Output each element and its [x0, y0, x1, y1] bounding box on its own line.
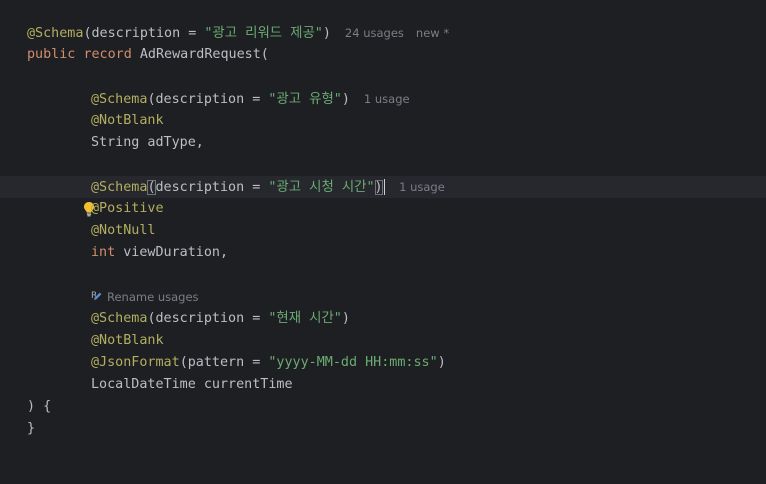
string-literal: "광고 유형"	[268, 92, 342, 107]
code-line-16[interactable]: @JsonFormat(pattern = "yyyy-MM-dd HH:mm:…	[0, 352, 766, 374]
usages-hint[interactable]: 24 usages	[345, 26, 404, 40]
code-line-5[interactable]: @NotBlank	[0, 110, 766, 132]
code-line-17[interactable]: LocalDateTime currentTime	[0, 374, 766, 396]
schema-annotation: @Schema	[91, 311, 148, 326]
matched-paren: )	[374, 180, 383, 195]
string-literal: "광고 시청 시간"	[268, 180, 375, 195]
text-caret	[383, 179, 386, 195]
positive-annotation: @Positive	[91, 201, 164, 216]
code-editor[interactable]: @Schema(description = "광고 리워드 제공") 24 usa…	[0, 0, 766, 448]
keyword-public: public	[27, 47, 76, 62]
field-declaration: viewDuration,	[123, 245, 229, 260]
record-name: AdRewardRequest(	[139, 47, 269, 62]
usages-hint[interactable]: 1 usage	[364, 92, 410, 106]
schema-annotation: @Schema	[91, 180, 148, 195]
keyword-int: int	[91, 245, 116, 260]
code-line-10[interactable]: @NotNull	[0, 220, 766, 242]
code-line-2[interactable]: public record AdRewardRequest(	[0, 44, 766, 66]
record-body-open: ) {	[27, 399, 52, 414]
usages-hint[interactable]: 1 usage	[399, 180, 445, 194]
record-body-close: }	[27, 421, 36, 436]
jsonformat-annotation: @JsonFormat	[91, 355, 180, 370]
code-line-14[interactable]: @Schema(description = "현재 시간")	[0, 308, 766, 330]
code-line-4[interactable]: @Schema(description = "광고 유형") 1 usage	[0, 88, 766, 110]
string-literal: "광고 리워드 제공"	[204, 26, 323, 41]
code-line-8-current[interactable]: @Schema(description = "광고 시청 시간") 1 usage	[0, 176, 766, 217]
string-literal: "yyyy-MM-dd HH:mm:ss"	[268, 355, 438, 370]
field-declaration: LocalDateTime currentTime	[91, 377, 293, 392]
field-declaration: String adType,	[91, 135, 204, 150]
schema-annotation: @Schema	[91, 92, 148, 107]
code-line-15[interactable]: @NotBlank	[0, 330, 766, 352]
keyword-record: record	[83, 47, 132, 62]
code-line-18[interactable]: ) {	[0, 396, 766, 418]
notblank-annotation: @NotBlank	[91, 333, 164, 348]
notblank-annotation: @NotBlank	[91, 113, 164, 128]
notnull-annotation: @NotNull	[91, 223, 156, 238]
code-line-11[interactable]: int viewDuration,	[0, 242, 766, 264]
code-line-1[interactable]: @Schema(description = "광고 리워드 제공") 24 usa…	[0, 22, 766, 44]
rename-usages-hint-line: R Rename usages	[0, 286, 766, 308]
rename-usages-hint[interactable]: R Rename usages	[91, 286, 199, 308]
code-line-19[interactable]: }	[0, 418, 766, 440]
vcs-status-hint[interactable]: new *	[416, 26, 449, 40]
matched-paren: (	[147, 180, 156, 195]
schema-annotation: @Schema	[27, 26, 84, 41]
code-line-9[interactable]: @Positive	[0, 198, 766, 220]
string-literal: "현재 시간"	[268, 311, 342, 326]
rename-pencil-icon: R	[91, 289, 105, 303]
code-line-6[interactable]: String adType,	[0, 132, 766, 154]
